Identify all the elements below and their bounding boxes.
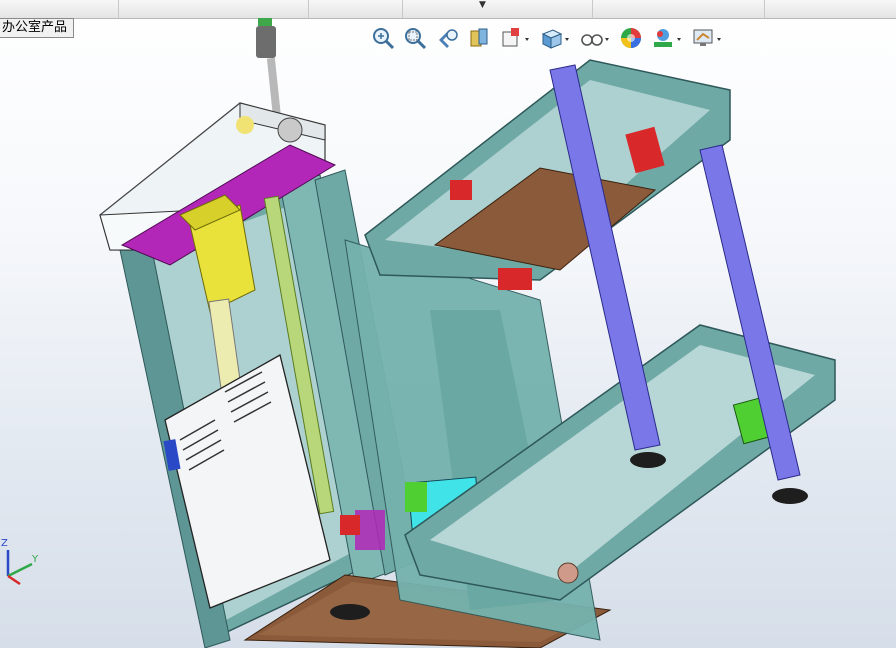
leveling-foot-front — [330, 604, 370, 620]
triad-z-label: Z — [1, 538, 8, 549]
leveling-foot-left — [630, 452, 666, 468]
indicator-tower — [256, 18, 282, 119]
triad-y-label: Y — [32, 554, 39, 565]
leveling-foot-right — [772, 488, 808, 504]
cad-assembly-model[interactable] — [0, 0, 896, 648]
reference-triad: Z Y — [0, 536, 48, 592]
upper-right-rack — [364, 59, 731, 290]
